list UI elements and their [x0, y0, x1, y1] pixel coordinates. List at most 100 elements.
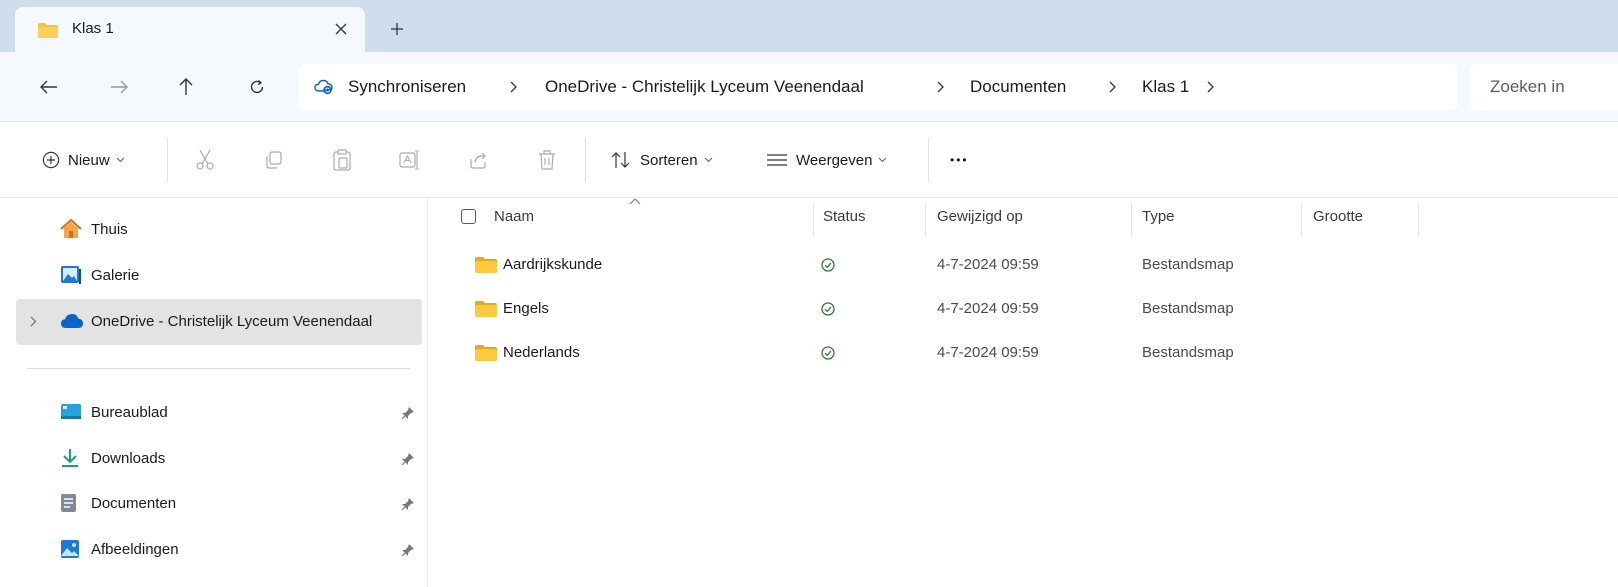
- column-divider[interactable]: [1131, 202, 1132, 236]
- chevron-right-icon[interactable]: [1109, 80, 1117, 94]
- rename-icon: [399, 150, 419, 170]
- cut-button[interactable]: [195, 146, 215, 174]
- sidebar-item-afbeeldingen[interactable]: Afbeeldingen: [16, 527, 422, 573]
- sidebar-item-label: Afbeeldingen: [91, 541, 179, 558]
- address-row: Synchroniseren OneDrive - Christelijk Ly…: [0, 52, 1618, 122]
- copy-button[interactable]: [264, 146, 284, 174]
- sort-button[interactable]: Sorteren: [610, 146, 713, 174]
- breadcrumb-synchroniseren[interactable]: Synchroniseren: [348, 77, 466, 97]
- sidebar-item-thuis[interactable]: Thuis: [16, 207, 422, 253]
- refresh-button[interactable]: [242, 72, 272, 102]
- download-icon: [60, 448, 80, 468]
- close-tab-button[interactable]: [328, 16, 354, 42]
- sort-button-label: Sorteren: [640, 151, 698, 169]
- synced-check-icon: [821, 258, 835, 272]
- paste-button[interactable]: [332, 146, 352, 174]
- gallery-icon: [60, 265, 82, 285]
- sidebar-item-bureaublad[interactable]: Bureaublad: [16, 390, 422, 436]
- file-row[interactable]: Aardrijkskunde 4-7-2024 09:59 Bestandsma…: [428, 242, 1618, 286]
- sort-ascending-icon: [629, 198, 641, 205]
- arrow-up-icon: [179, 78, 193, 95]
- arrow-left-icon: [40, 80, 57, 94]
- chevron-right-icon[interactable]: [937, 80, 945, 94]
- new-button-label: Nieuw: [68, 151, 110, 169]
- synced-check-icon: [821, 346, 835, 360]
- breadcrumb-documenten[interactable]: Documenten: [970, 77, 1066, 97]
- file-name: Nederlands: [503, 344, 580, 361]
- file-modified: 4-7-2024 09:59: [937, 344, 1039, 361]
- column-divider[interactable]: [1418, 202, 1419, 236]
- copy-icon: [266, 151, 282, 169]
- search-input[interactable]: Zoeken in: [1490, 77, 1565, 97]
- rename-button[interactable]: [399, 146, 421, 174]
- search-box[interactable]: Zoeken in: [1470, 64, 1618, 110]
- chevron-right-icon[interactable]: [1207, 80, 1215, 94]
- column-header-type[interactable]: Type: [1142, 208, 1175, 225]
- column-divider[interactable]: [1301, 202, 1302, 236]
- folder-icon: [474, 300, 498, 318]
- sidebar-divider: [27, 368, 410, 369]
- forward-button[interactable]: [104, 72, 134, 102]
- share-button[interactable]: [468, 146, 488, 174]
- pin-icon[interactable]: [401, 452, 415, 466]
- scissors-icon: [196, 149, 214, 170]
- view-button[interactable]: Weergeven: [766, 146, 887, 174]
- new-button[interactable]: Nieuw: [42, 146, 125, 174]
- select-all-checkbox[interactable]: [461, 209, 476, 224]
- file-type: Bestandsmap: [1142, 344, 1234, 361]
- sidebar-item-galerie[interactable]: Galerie: [16, 253, 422, 299]
- column-header-size[interactable]: Grootte: [1313, 208, 1363, 225]
- pin-icon[interactable]: [401, 406, 415, 420]
- chevron-right-icon[interactable]: [30, 316, 37, 327]
- sidebar-item-documenten[interactable]: Documenten: [16, 481, 422, 527]
- file-type: Bestandsmap: [1142, 300, 1234, 317]
- sidebar-item-label: Documenten: [91, 495, 177, 512]
- plus-icon: [391, 23, 403, 35]
- sort-icon: [611, 152, 630, 168]
- chevron-down-icon: [704, 157, 712, 163]
- file-row[interactable]: Engels 4-7-2024 09:59 Bestandsmap: [428, 286, 1618, 330]
- column-header-status[interactable]: Status: [823, 208, 866, 225]
- refresh-icon: [250, 79, 264, 94]
- sidebar-item-label: OneDrive - Christelijk Lyceum Veenendaal: [91, 313, 373, 330]
- address-bar[interactable]: Synchroniseren OneDrive - Christelijk Ly…: [299, 64, 1457, 110]
- sidebar-item-downloads[interactable]: Downloads: [16, 436, 422, 482]
- file-row[interactable]: Nederlands 4-7-2024 09:59 Bestandsmap: [428, 330, 1618, 374]
- column-header-modified[interactable]: Gewijzigd op: [937, 208, 1023, 225]
- sidebar-item-label: Thuis: [91, 221, 128, 238]
- tab-title: Klas 1: [72, 20, 114, 37]
- desktop-icon: [60, 402, 82, 420]
- new-tab-button[interactable]: [384, 16, 410, 42]
- home-icon: [60, 219, 82, 239]
- sidebar-item-label: Downloads: [91, 450, 166, 467]
- sync-cloud-icon: [314, 79, 334, 95]
- trash-icon: [539, 150, 555, 170]
- cloud-icon: [60, 313, 84, 329]
- view-button-label: Weergeven: [796, 151, 873, 169]
- tab-bar: Klas 1: [0, 0, 1618, 52]
- document-icon: [60, 493, 78, 513]
- pin-icon[interactable]: [401, 543, 415, 557]
- file-list: Naam Status Gewijzigd op Type Grootte Aa…: [428, 198, 1618, 587]
- column-divider[interactable]: [925, 202, 926, 236]
- file-name: Engels: [503, 300, 549, 317]
- up-button[interactable]: [171, 72, 201, 102]
- more-options-button[interactable]: •••: [950, 146, 969, 174]
- tab-klas-1[interactable]: Klas 1: [15, 7, 365, 52]
- chevron-down-icon: [116, 157, 125, 163]
- close-icon: [335, 23, 347, 35]
- column-divider[interactable]: [813, 202, 814, 236]
- pictures-icon: [60, 539, 80, 559]
- more-icon: •••: [950, 153, 969, 167]
- command-bar: Nieuw Sorteren Weergeven •••: [0, 122, 1618, 198]
- delete-button[interactable]: [537, 146, 557, 174]
- column-header-name[interactable]: Naam: [494, 208, 534, 225]
- chevron-right-icon[interactable]: [510, 80, 518, 94]
- breadcrumb-klas-1[interactable]: Klas 1: [1142, 77, 1189, 97]
- back-button[interactable]: [34, 72, 64, 102]
- arrow-right-icon: [111, 80, 128, 94]
- folder-icon: [37, 22, 59, 39]
- breadcrumb-onedrive[interactable]: OneDrive - Christelijk Lyceum Veenendaal: [545, 77, 864, 97]
- pin-icon[interactable]: [401, 497, 415, 511]
- sidebar-item-onedrive[interactable]: OneDrive - Christelijk Lyceum Veenendaal: [16, 299, 422, 345]
